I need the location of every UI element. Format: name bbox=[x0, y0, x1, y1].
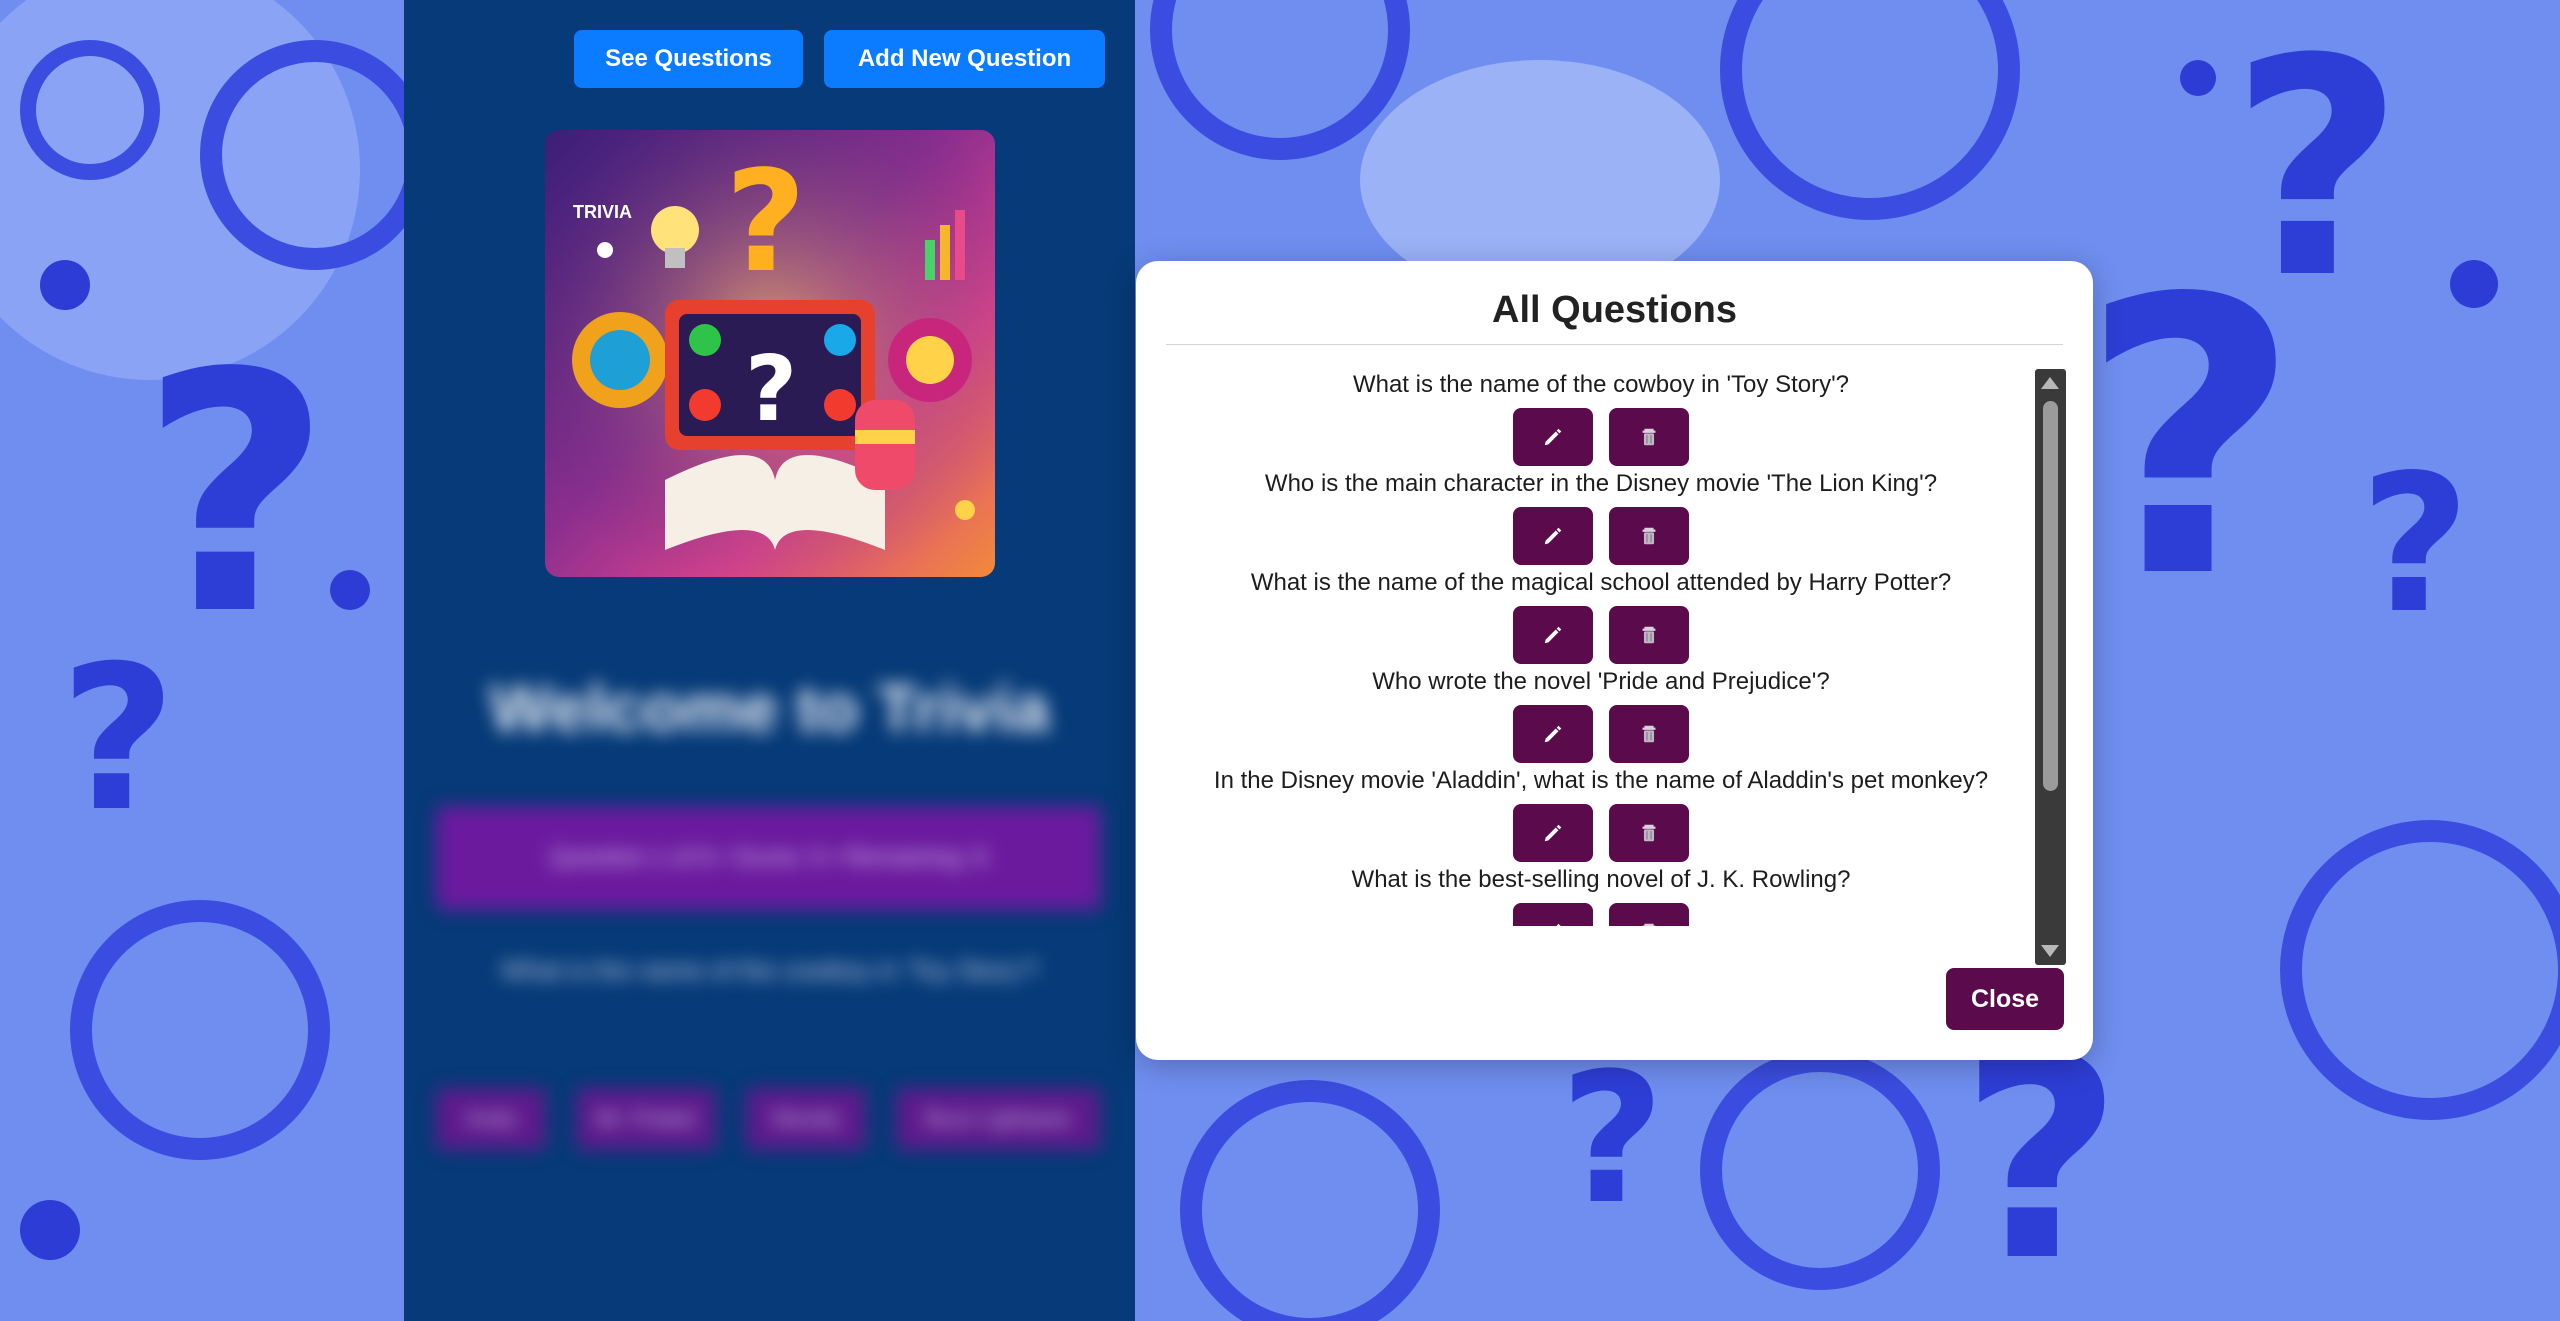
delete-question-button[interactable] bbox=[1609, 408, 1689, 466]
delete-question-button[interactable] bbox=[1609, 606, 1689, 664]
question-list-item: What is the name of the cowboy in 'Toy S… bbox=[1166, 371, 2036, 470]
question-text: In the Disney movie 'Aladdin', what is t… bbox=[1213, 767, 1989, 794]
bg-question-mark: ? bbox=[2360, 434, 2471, 655]
delete-question-button[interactable] bbox=[1609, 804, 1689, 862]
edit-question-button[interactable] bbox=[1513, 705, 1593, 763]
bg-wheel bbox=[1700, 1050, 1940, 1290]
pencil-icon bbox=[1544, 824, 1562, 842]
pencil-icon bbox=[1544, 626, 1562, 644]
bg-wheel bbox=[2280, 820, 2560, 1120]
progress-banner: Question 1 of 6 • Score: 0 • Remaining: … bbox=[436, 806, 1101, 910]
question-text: Who wrote the novel 'Pride and Prejudice… bbox=[1372, 668, 1830, 695]
current-question-text: What is the name of the cowboy in 'Toy S… bbox=[500, 955, 1039, 985]
question-text: What is the name of the magical school a… bbox=[1250, 569, 1952, 596]
question-list-item: Who is the main character in the Disney … bbox=[1166, 470, 2036, 569]
welcome-title: Welcome to Trivia bbox=[489, 671, 1050, 745]
bg-question-mark: ? bbox=[1960, 997, 2123, 1321]
bg-dot bbox=[2180, 60, 2216, 96]
scroll-up-arrow-icon[interactable] bbox=[2041, 377, 2059, 389]
see-questions-button[interactable]: See Questions bbox=[574, 30, 803, 88]
pencil-icon bbox=[1544, 527, 1562, 545]
trivia-illustration: TRIVIA ? ? bbox=[545, 130, 995, 577]
question-list-item: What is the name of the magical school a… bbox=[1166, 569, 2036, 668]
question-text: What is the name of the cowboy in 'Toy S… bbox=[1352, 371, 1850, 398]
trash-icon bbox=[1642, 527, 1656, 545]
modal-divider bbox=[1166, 344, 2063, 345]
close-modal-button[interactable]: Close bbox=[1946, 968, 2064, 1030]
trivia-hero-image: TRIVIA ? ? bbox=[545, 130, 995, 577]
trash-icon bbox=[1642, 725, 1656, 743]
bg-dot bbox=[40, 260, 90, 310]
bg-wheel bbox=[70, 900, 330, 1160]
bg-question-mark: ? bbox=[140, 303, 332, 687]
trash-icon bbox=[1642, 824, 1656, 842]
edit-question-button[interactable] bbox=[1513, 606, 1593, 664]
delete-question-button[interactable] bbox=[1609, 705, 1689, 763]
edit-question-button[interactable] bbox=[1513, 903, 1593, 926]
bg-wheel bbox=[1720, 0, 2020, 220]
answer-option-3: Woody bbox=[746, 1088, 866, 1150]
trash-icon bbox=[1642, 626, 1656, 644]
bg-question-mark: ? bbox=[2080, 218, 2301, 661]
delete-question-button[interactable] bbox=[1609, 507, 1689, 565]
svg-text:?: ? bbox=[745, 337, 797, 442]
question-list-item: In the Disney movie 'Aladdin', what is t… bbox=[1166, 767, 2036, 866]
edit-question-button[interactable] bbox=[1513, 507, 1593, 565]
delete-question-button[interactable] bbox=[1609, 903, 1689, 926]
all-questions-modal: All Questions What is the name of the co… bbox=[1136, 261, 2093, 1060]
modal-title: All Questions bbox=[1492, 289, 1737, 331]
pencil-icon bbox=[1544, 428, 1562, 446]
bg-dot bbox=[20, 1200, 80, 1260]
question-text: Who is the main character in the Disney … bbox=[1264, 470, 1938, 497]
scroll-thumb[interactable] bbox=[2043, 401, 2058, 791]
bg-dot bbox=[330, 570, 370, 610]
bg-wheel bbox=[1180, 1080, 1440, 1321]
answer-option-2: Mr. Potato bbox=[576, 1088, 716, 1150]
bg-wheel bbox=[200, 40, 430, 270]
pencil-icon bbox=[1556, 923, 1561, 926]
question-list-item: Who wrote the novel 'Pride and Prejudice… bbox=[1166, 668, 2036, 767]
trash-icon bbox=[1642, 428, 1656, 446]
pencil-icon bbox=[1544, 725, 1562, 743]
answer-option-4: Buzz Lightyear bbox=[896, 1088, 1100, 1150]
trash-icon bbox=[1642, 923, 1656, 926]
question-list-item: What is the best-selling novel of J. K. … bbox=[1166, 866, 2036, 926]
bg-question-mark: ? bbox=[1560, 1035, 1665, 1244]
bg-question-mark: ? bbox=[60, 623, 177, 856]
answer-option-1: Andy bbox=[436, 1088, 546, 1150]
question-list[interactable]: What is the name of the cowboy in 'Toy S… bbox=[1166, 371, 2036, 926]
edit-question-button[interactable] bbox=[1513, 408, 1593, 466]
question-text: What is the best-selling novel of J. K. … bbox=[1351, 866, 1851, 893]
bg-dot bbox=[2450, 260, 2498, 308]
progress-text: Question 1 of 6 • Score: 0 • Remaining: … bbox=[549, 844, 988, 871]
add-new-question-button[interactable]: Add New Question bbox=[824, 30, 1105, 88]
hero-caption: TRIVIA bbox=[573, 202, 632, 222]
question-list-scrollbar[interactable] bbox=[2035, 369, 2066, 965]
bg-wheel bbox=[20, 40, 160, 180]
scroll-down-arrow-icon[interactable] bbox=[2041, 945, 2059, 957]
edit-question-button[interactable] bbox=[1513, 804, 1593, 862]
svg-text:?: ? bbox=[725, 141, 806, 304]
